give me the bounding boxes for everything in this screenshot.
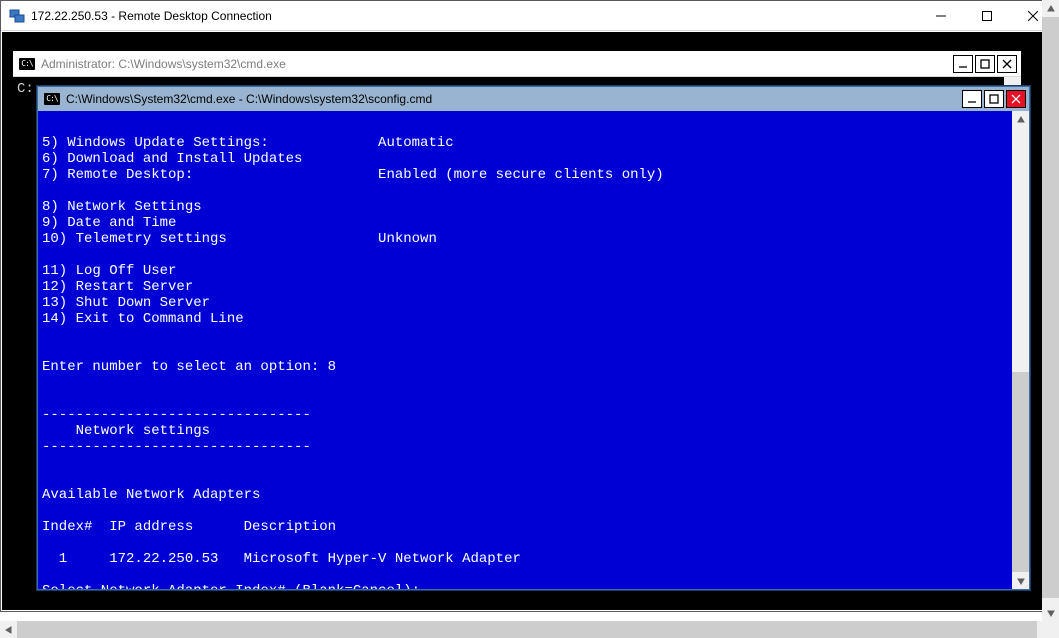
admin-maximize-button[interactable] xyxy=(975,55,995,73)
outer-vscrollbar[interactable] xyxy=(1042,0,1059,621)
cmd-icon: C:\ xyxy=(44,93,60,105)
admin-cmd-titlebar[interactable]: C:\ Administrator: C:\Windows\system32\c… xyxy=(13,51,1021,77)
rdc-title: 172.22.250.53 - Remote Desktop Connectio… xyxy=(31,9,272,23)
rdc-client-area: C:\ Administrator: C:\Windows\system32\c… xyxy=(2,32,1055,610)
outer-hscrollbar[interactable] xyxy=(0,621,1059,638)
sconfig-window: C:\ C:\Windows\System32\cmd.exe - C:\Win… xyxy=(37,86,1030,590)
sconfig-output: 5) Windows Update Settings: Automatic 6)… xyxy=(38,111,1012,589)
scroll-corner xyxy=(1042,621,1059,638)
scroll-track[interactable] xyxy=(1012,128,1029,572)
rdc-titlebar[interactable]: 172.22.250.53 - Remote Desktop Connectio… xyxy=(1,1,1056,31)
scroll-thumb[interactable] xyxy=(1012,372,1029,572)
scroll-thumb[interactable] xyxy=(17,621,1037,638)
scroll-down-button[interactable] xyxy=(1012,572,1029,589)
sconfig-close-button[interactable] xyxy=(1006,90,1026,108)
rdc-window: 172.22.250.53 - Remote Desktop Connectio… xyxy=(0,0,1057,612)
cmd-icon: C:\ xyxy=(19,58,35,70)
viewport: 172.22.250.53 - Remote Desktop Connectio… xyxy=(0,0,1059,638)
scroll-up-button[interactable] xyxy=(1012,111,1029,128)
admin-cmd-prompt: C: xyxy=(17,81,34,97)
admin-minimize-button[interactable] xyxy=(953,55,973,73)
sconfig-vscrollbar[interactable] xyxy=(1012,111,1029,589)
scroll-down-button[interactable] xyxy=(1042,604,1059,621)
sconfig-maximize-button[interactable] xyxy=(984,90,1004,108)
admin-close-button[interactable] xyxy=(997,55,1017,73)
scroll-up-button[interactable] xyxy=(1042,0,1059,17)
sconfig-title: C:\Windows\System32\cmd.exe - C:\Windows… xyxy=(66,92,432,106)
sconfig-terminal[interactable]: 5) Windows Update Settings: Automatic 6)… xyxy=(38,111,1012,589)
sconfig-titlebar[interactable]: C:\ C:\Windows\System32\cmd.exe - C:\Win… xyxy=(38,87,1029,111)
maximize-button[interactable] xyxy=(964,1,1010,31)
scroll-left-button[interactable] xyxy=(0,621,17,638)
scroll-thumb[interactable] xyxy=(1042,17,1059,598)
rdc-app-icon xyxy=(9,8,25,24)
admin-cmd-title: Administrator: C:\Windows\system32\cmd.e… xyxy=(41,57,286,71)
sconfig-minimize-button[interactable] xyxy=(962,90,982,108)
minimize-button[interactable] xyxy=(918,1,964,31)
